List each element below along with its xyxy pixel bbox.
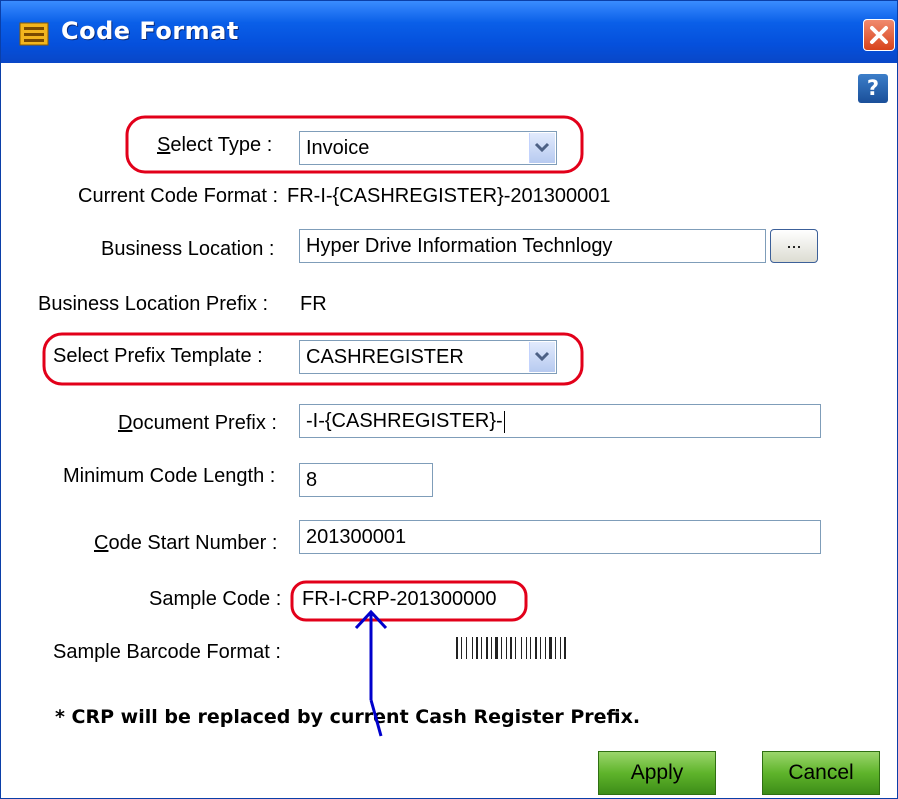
- code-format-dialog: Code Format ? Select Type : Invoice Curr…: [0, 0, 898, 799]
- prefix-template-label: Select Prefix Template :: [53, 345, 263, 367]
- prefix-template-dropdown[interactable]: CASHREGISTER: [299, 340, 557, 374]
- chevron-down-icon: [534, 351, 550, 362]
- help-icon: ?: [866, 76, 880, 100]
- barcode-image: [456, 637, 566, 659]
- dialog-body: ? Select Type : Invoice Current Code For…: [1, 63, 897, 798]
- current-code-format-value: FR-I-{CASHREGISTER}-201300001: [287, 185, 611, 207]
- browse-business-location-button[interactable]: ...: [770, 229, 818, 263]
- document-prefix-input[interactable]: -I-{CASHREGISTER}-: [299, 404, 821, 438]
- select-type-dropdown-button[interactable]: [529, 133, 555, 163]
- business-location-label: Business Location :: [101, 238, 275, 260]
- business-location-prefix-label: Business Location Prefix :: [38, 293, 269, 315]
- code-start-number-label: Code Start Number :: [94, 532, 278, 554]
- prefix-template-dropdown-button[interactable]: [529, 342, 555, 372]
- sample-barcode-label: Sample Barcode Format :: [53, 641, 281, 663]
- min-code-length-input[interactable]: 8: [299, 463, 433, 497]
- code-start-number-input[interactable]: 201300001: [299, 520, 821, 554]
- sample-code-label: Sample Code :: [149, 588, 282, 610]
- min-code-length-value: 8: [306, 469, 318, 491]
- min-code-length-label: Minimum Code Length :: [63, 465, 276, 487]
- apply-button[interactable]: Apply: [598, 751, 716, 795]
- document-prefix-label: Document Prefix :: [118, 412, 277, 434]
- help-button[interactable]: ?: [858, 74, 888, 103]
- window-title: Code Format: [61, 17, 239, 45]
- document-prefix-value: -I-{CASHREGISTER}-: [306, 410, 503, 432]
- business-location-value: Hyper Drive Information Technlogy: [306, 235, 613, 257]
- business-location-field[interactable]: Hyper Drive Information Technlogy: [299, 229, 766, 263]
- sample-code-value: FR-I-CRP-201300000: [302, 588, 497, 610]
- select-type-value: Invoice: [306, 137, 370, 159]
- close-button[interactable]: [863, 19, 895, 51]
- prefix-template-value: CASHREGISTER: [306, 346, 464, 368]
- select-type-label: Select Type :: [157, 134, 273, 156]
- select-type-dropdown[interactable]: Invoice: [299, 131, 557, 165]
- business-location-prefix-value: FR: [300, 293, 327, 315]
- shopping-cart-icon: [19, 22, 49, 46]
- current-code-format-label: Current Code Format :: [78, 185, 279, 207]
- text-cursor: [503, 410, 505, 433]
- code-start-number-value: 201300001: [306, 526, 407, 548]
- chevron-down-icon: [534, 142, 550, 153]
- cancel-button[interactable]: Cancel: [762, 751, 880, 795]
- close-icon: [870, 26, 888, 44]
- title-bar[interactable]: Code Format: [1, 1, 897, 63]
- footnote-text: * CRP will be replaced by current Cash R…: [55, 706, 641, 728]
